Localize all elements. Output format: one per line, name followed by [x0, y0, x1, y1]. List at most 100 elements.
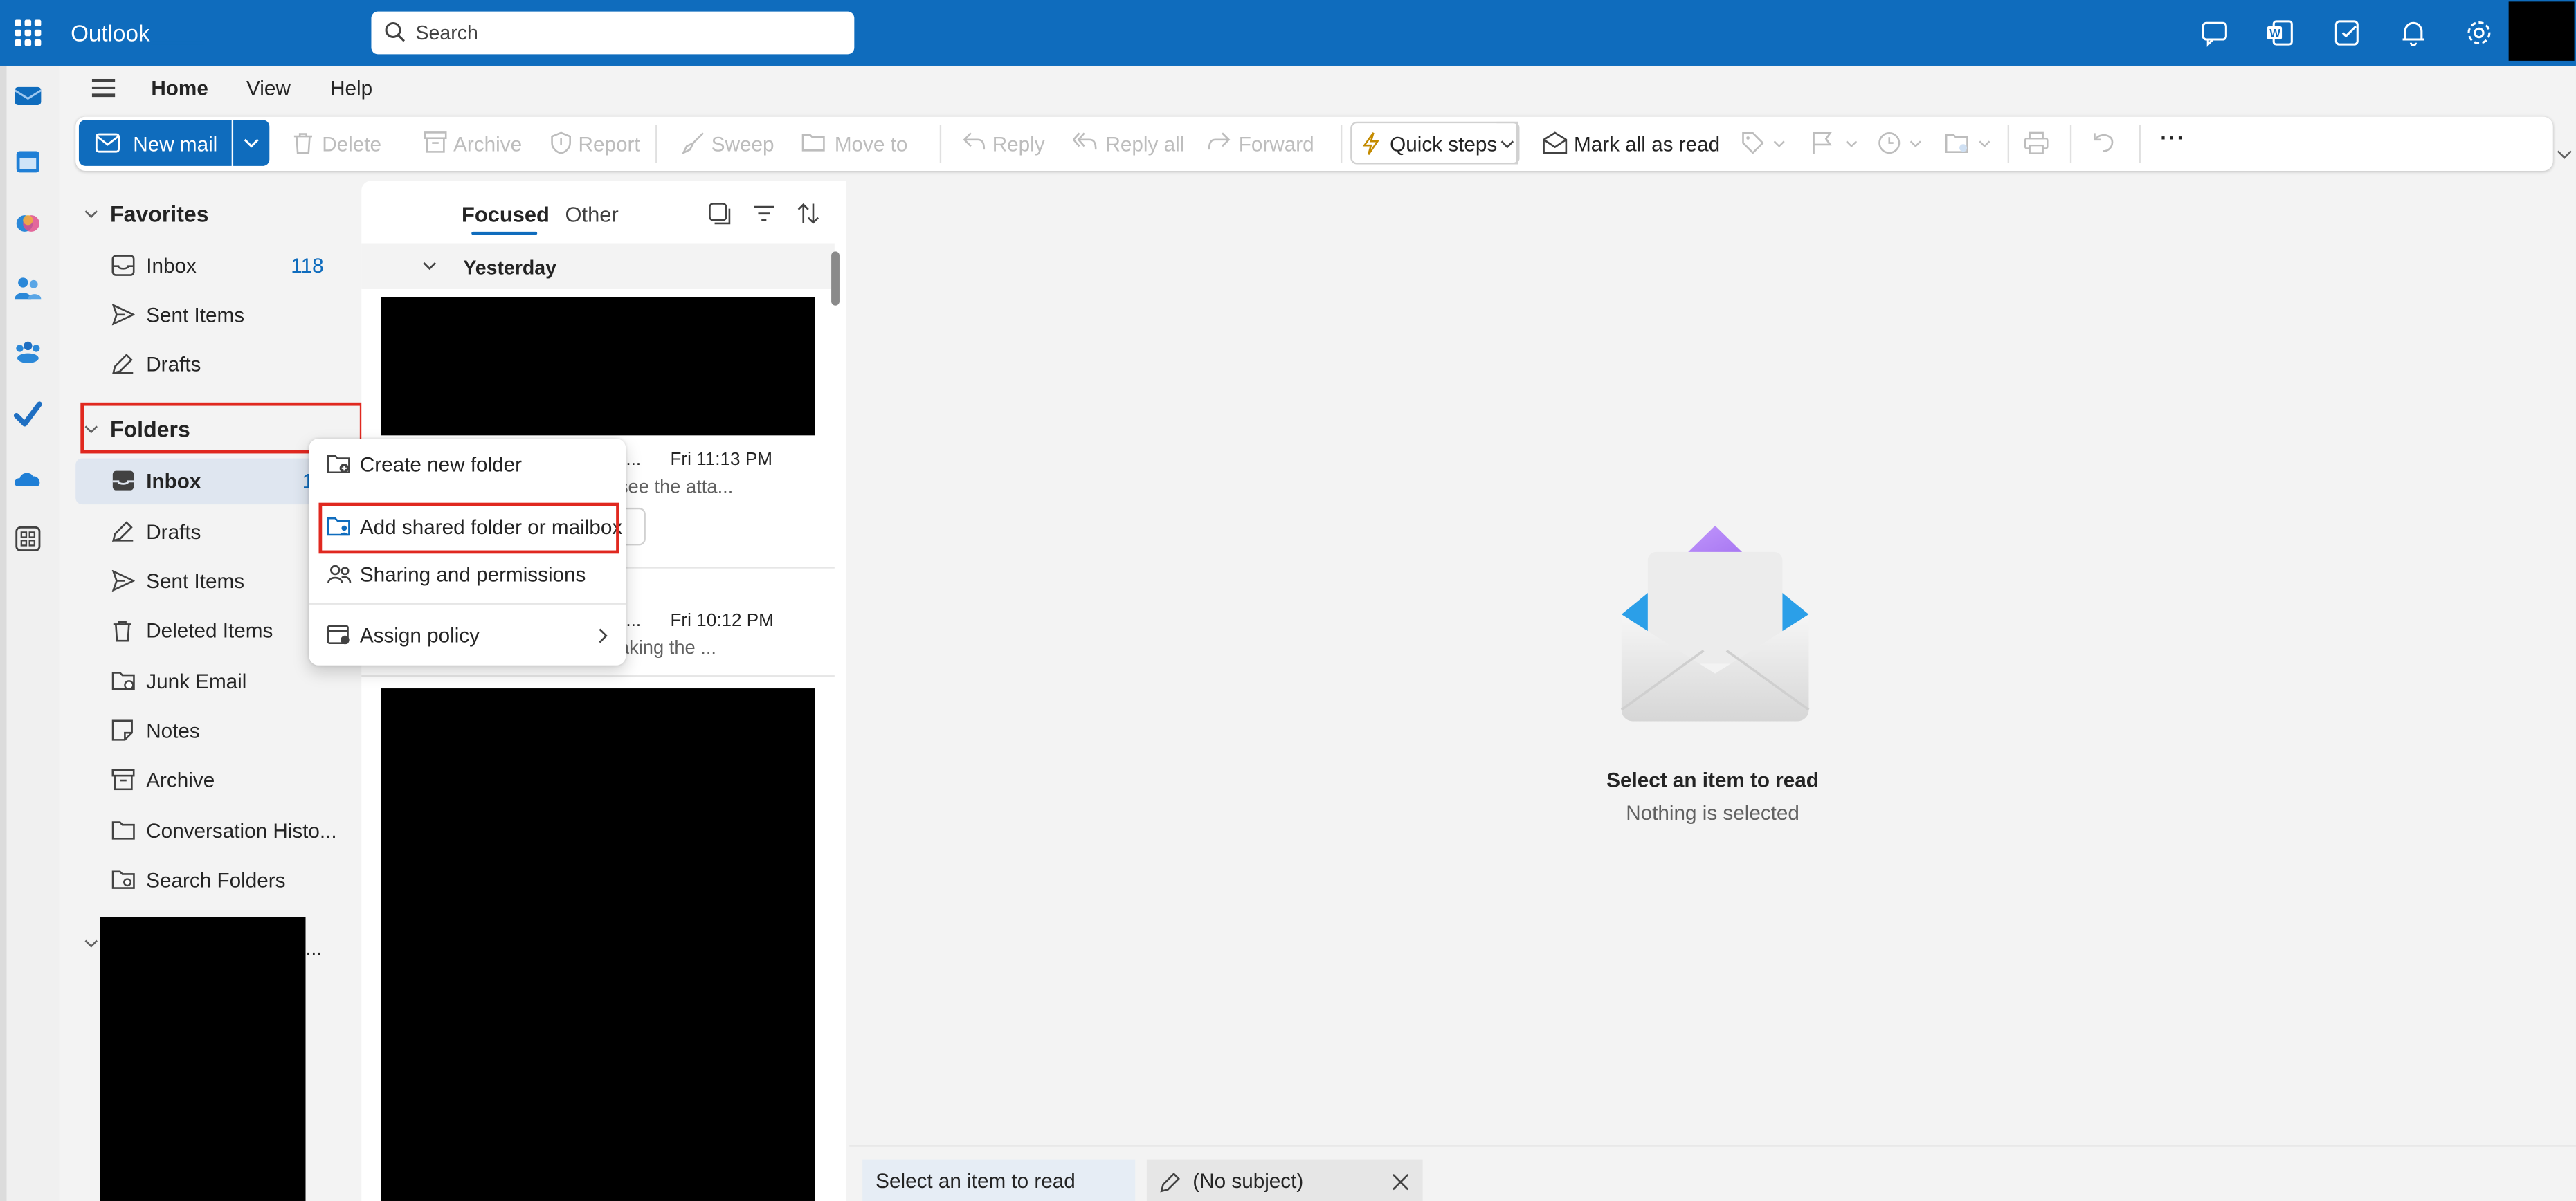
- settings-gear-icon[interactable]: [2462, 17, 2495, 49]
- folder-notes-label: Notes: [146, 719, 200, 743]
- menu-item-sharing-permissions[interactable]: Sharing and permissions: [316, 552, 619, 598]
- archive-label: Archive: [453, 133, 523, 156]
- toolbar-divider: [2069, 125, 2072, 163]
- message-list-scrollbar[interactable]: [831, 251, 840, 306]
- teams-chat-icon[interactable]: [2198, 17, 2231, 49]
- toolbar-divider: [939, 125, 942, 163]
- junk-folder-icon: [111, 672, 135, 690]
- rail-edge: [0, 65, 7, 1201]
- toolbar-divider: [655, 125, 657, 163]
- chevron-down-icon[interactable]: [1772, 140, 1786, 148]
- chevron-down-icon: [244, 138, 259, 148]
- rules-icon[interactable]: [1945, 131, 1970, 154]
- folder-deleted-label: Deleted Items: [146, 619, 273, 643]
- focused-tab-indicator: [471, 231, 538, 235]
- todo-app-icon[interactable]: [13, 399, 43, 429]
- print-icon[interactable]: [2024, 131, 2049, 154]
- lightning-icon: [1362, 132, 1379, 155]
- favorites-inbox[interactable]: Inbox 118: [75, 243, 361, 288]
- folder-inbox-label: Inbox: [146, 470, 201, 493]
- filter-icon[interactable]: [752, 202, 775, 225]
- new-mail-button[interactable]: New mail: [78, 120, 232, 166]
- group-header-yesterday[interactable]: Yesterday: [361, 243, 835, 289]
- quick-steps-button[interactable]: Quick steps: [1350, 121, 1518, 165]
- app-launcher-icon[interactable]: [13, 18, 43, 48]
- groups-app-icon[interactable]: [13, 337, 43, 367]
- notes-icon[interactable]: [2331, 17, 2364, 49]
- folder-archive[interactable]: Archive: [75, 758, 361, 803]
- menu-item-create-new-folder[interactable]: Create new folder: [316, 442, 619, 488]
- undo-icon[interactable]: [2093, 131, 2114, 153]
- tab-other[interactable]: Other: [565, 202, 619, 227]
- favorites-header[interactable]: Favorites: [110, 202, 208, 227]
- pencil-icon: [111, 354, 134, 374]
- clock-icon[interactable]: [1878, 131, 1901, 154]
- notifications-bell-icon[interactable]: [2397, 17, 2429, 49]
- folder-notes[interactable]: Notes: [75, 708, 361, 754]
- folder-junk-label: Junk Email: [146, 670, 247, 694]
- tab-focused[interactable]: Focused: [462, 202, 550, 227]
- chevron-down-icon[interactable]: [1909, 140, 1922, 148]
- trash-icon: [113, 621, 131, 642]
- sort-icon[interactable]: [797, 202, 819, 225]
- account-more-ellipsis[interactable]: ...: [306, 937, 323, 960]
- reply-all-icon: [1073, 132, 1097, 150]
- mail-app-icon[interactable]: [13, 80, 43, 110]
- word-icon[interactable]: W: [2264, 17, 2296, 49]
- ribbon-toolbar: New mail Delete Archive Report Sweep Mov…: [75, 116, 2553, 171]
- folder-conversation-history[interactable]: Conversation Histo...: [75, 808, 361, 854]
- add-shared-folder-highlight-box: [318, 502, 619, 554]
- people-icon: [327, 565, 352, 584]
- account-chevron-icon[interactable]: [84, 937, 98, 951]
- tab-help[interactable]: Help: [330, 77, 372, 100]
- quick-steps-dropdown[interactable]: [1496, 121, 1520, 165]
- sweep-label: Sweep: [711, 133, 774, 156]
- bottom-tab-reading-label: Select an item to read: [876, 1169, 1076, 1193]
- outlook-window: Outlook Search W Home View Help New mail: [0, 0, 2576, 1201]
- folder-junk-email[interactable]: Junk Email: [75, 659, 361, 704]
- chevron-down-icon[interactable]: [1845, 140, 1858, 148]
- inbox-icon: [112, 470, 134, 491]
- top-bar: Outlook Search W: [0, 0, 2576, 66]
- new-mail-dropdown[interactable]: [233, 120, 270, 166]
- chevron-down-icon[interactable]: [1978, 140, 1991, 148]
- favorites-chevron-icon[interactable]: [84, 207, 98, 221]
- tag-icon[interactable]: [1741, 131, 1764, 154]
- select-mode-icon[interactable]: [708, 202, 731, 225]
- hamburger-menu-icon[interactable]: [91, 78, 116, 101]
- favorites-sent-items[interactable]: Sent Items: [75, 293, 361, 338]
- reading-pane-title: Select an item to read: [1606, 769, 1819, 792]
- redacted-message: [381, 297, 815, 436]
- favorites-drafts[interactable]: Drafts: [75, 342, 361, 387]
- more-options-button[interactable]: ···: [2160, 127, 2186, 149]
- account-avatar[interactable]: [2508, 1, 2575, 61]
- more-apps-icon[interactable]: [13, 524, 43, 554]
- close-icon[interactable]: [1392, 1173, 1410, 1191]
- bottom-tab-draft[interactable]: (No subject): [1146, 1159, 1423, 1201]
- new-mail-label: New mail: [133, 133, 218, 156]
- quick-steps-label: Quick steps: [1390, 133, 1498, 156]
- message-time: Fri 10:12 PM: [670, 611, 774, 631]
- search-folder-icon: [111, 870, 135, 889]
- menu-item-label: Sharing and permissions: [359, 563, 586, 587]
- delete-label: Delete: [322, 133, 382, 156]
- unread-count: 118: [291, 255, 324, 278]
- folder-search-folders[interactable]: Search Folders: [75, 858, 361, 904]
- people-app-icon[interactable]: [13, 273, 43, 302]
- send-icon: [111, 304, 135, 326]
- reply-all-label: Reply all: [1105, 133, 1185, 156]
- calendar-app-icon[interactable]: [13, 146, 43, 176]
- bottom-tab-reading[interactable]: Select an item to read: [862, 1159, 1136, 1201]
- favorites-drafts-label: Drafts: [146, 353, 201, 376]
- ribbon-collapse-chevron-icon[interactable]: [2556, 148, 2573, 161]
- move-to-label: Move to: [834, 133, 908, 156]
- chevron-down-icon: [1500, 140, 1514, 149]
- folder-drafts-label: Drafts: [146, 520, 201, 544]
- tab-view[interactable]: View: [246, 77, 291, 100]
- menu-item-assign-policy[interactable]: Assign policy: [316, 613, 619, 659]
- search-box[interactable]: Search: [371, 11, 855, 55]
- onedrive-app-icon[interactable]: [13, 464, 43, 493]
- tab-home[interactable]: Home: [151, 77, 208, 100]
- copilot-app-icon[interactable]: [13, 209, 43, 239]
- flag-icon[interactable]: [1812, 131, 1832, 154]
